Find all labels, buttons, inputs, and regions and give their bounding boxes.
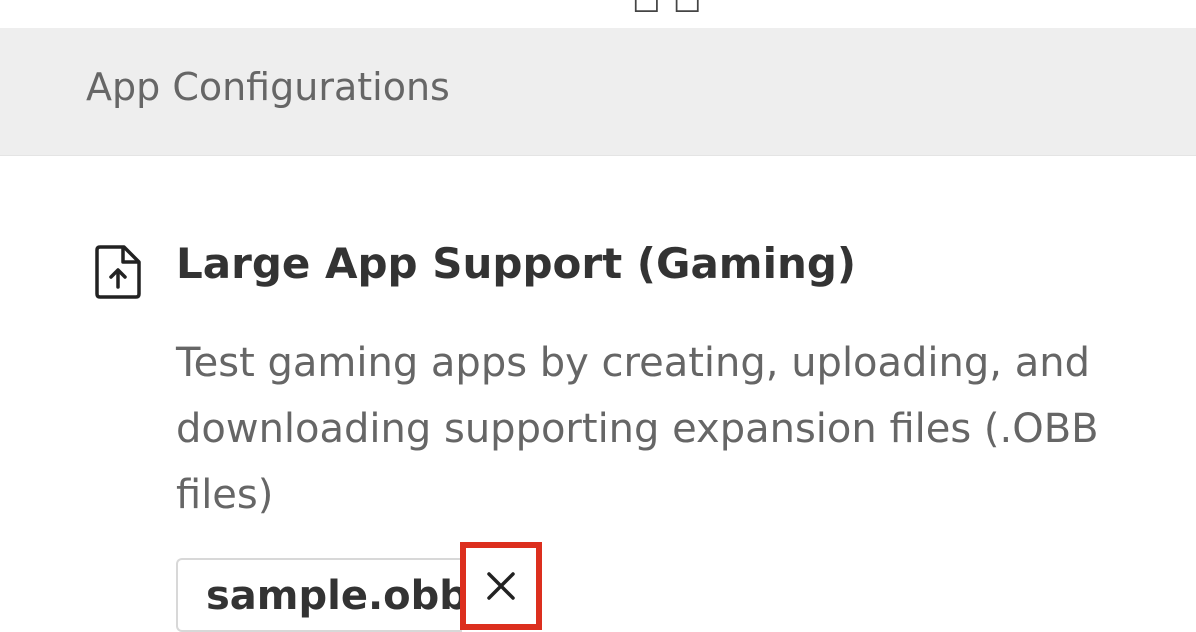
file-upload-icon	[95, 245, 141, 299]
remove-file-button[interactable]	[460, 542, 542, 630]
feature-title: Large App Support (Gaming)	[176, 239, 857, 288]
section-header: App Configurations	[0, 28, 1196, 156]
uploaded-file-chip: sample.obb	[176, 558, 468, 632]
top-edge-cropped-content: ☐ ☐	[0, 0, 1196, 28]
uploaded-file-chip-area: sample.obb	[176, 542, 556, 632]
close-icon	[487, 572, 515, 600]
feature-description: Test gaming apps by creating, uploading,…	[176, 340, 1099, 518]
cropped-text-fragment: ☐ ☐	[632, 0, 703, 20]
uploaded-file-name: sample.obb	[206, 573, 468, 619]
section-title: App Configurations	[86, 65, 450, 109]
large-app-support-section: Large App Support (Gaming) Test gaming a…	[92, 238, 1152, 632]
